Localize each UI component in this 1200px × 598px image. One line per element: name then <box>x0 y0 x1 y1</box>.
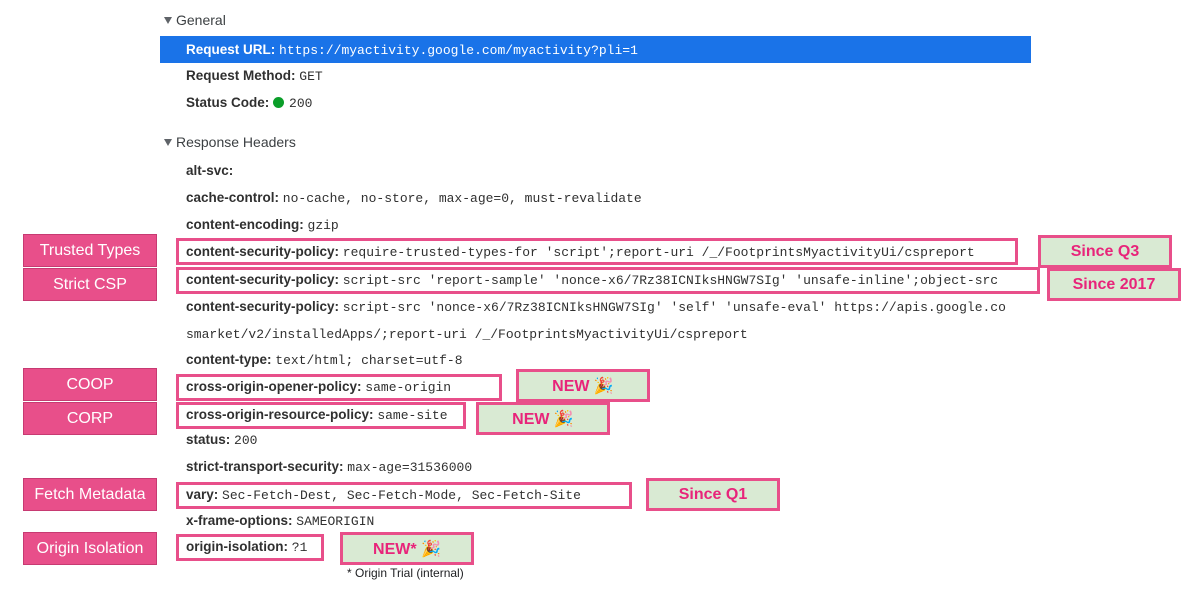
header-key: content-encoding: <box>186 217 304 232</box>
header-value: text/html; charset=utf-8 <box>275 353 463 368</box>
fetch-metadata-highlight <box>176 482 632 509</box>
general-section-header[interactable]: General <box>164 10 226 30</box>
expand-triangle-icon[interactable] <box>164 16 172 24</box>
header-key: cache-control: <box>186 190 280 205</box>
status-code-row: Status Code: 200 <box>186 94 312 112</box>
request-method-value: GET <box>299 69 323 84</box>
header-key: status: <box>186 432 231 447</box>
coop-highlight <box>176 374 502 401</box>
corp-highlight <box>176 402 466 429</box>
header-value: no-cache, no-store, max-age=0, must-reva… <box>282 191 642 206</box>
response-headers-section-header[interactable]: Response Headers <box>164 132 296 152</box>
header-row: cache-control: no-cache, no-store, max-a… <box>186 189 642 207</box>
status-code-value: 200 <box>289 96 313 111</box>
response-headers-label: Response Headers <box>176 134 296 150</box>
trusted-types-tag: Trusted Types <box>23 234 157 267</box>
header-row: x-frame-options: SAMEORIGIN <box>186 512 374 530</box>
request-url-row[interactable]: Request URL: https://myactivity.google.c… <box>186 41 638 59</box>
origin-isolation-tag: Origin Isolation <box>23 532 157 565</box>
header-value: script-src 'nonce-x6/7Rz38ICNIksHNGW7SIg… <box>342 300 1006 315</box>
general-header-label: General <box>176 12 226 28</box>
header-row: content-security-policy: script-src 'non… <box>186 298 1031 316</box>
header-value: SAMEORIGIN <box>296 514 375 529</box>
since-2017-note: Since 2017 <box>1047 268 1181 301</box>
since-q3-note: Since Q3 <box>1038 235 1172 268</box>
fetch-metadata-tag: Fetch Metadata <box>23 478 157 511</box>
header-key: x-frame-options: <box>186 513 293 528</box>
header-row: alt-svc: <box>186 162 233 180</box>
corp-tag: CORP <box>23 402 157 435</box>
origin-trial-footnote: * Origin Trial (internal) <box>347 566 464 580</box>
header-value: max-age=31536000 <box>347 460 473 475</box>
new-corp-note: NEW 🎉 <box>476 402 610 435</box>
header-row: content-type: text/html; charset=utf-8 <box>186 351 463 369</box>
header-row: strict-transport-security: max-age=31536… <box>186 458 472 476</box>
since-q1-note: Since Q1 <box>646 478 780 511</box>
header-row: content-encoding: gzip <box>186 216 339 234</box>
request-method-label: Request Method: <box>186 68 296 83</box>
header-key: content-type: <box>186 352 272 367</box>
header-key: strict-transport-security: <box>186 459 344 474</box>
header-key: content-security-policy: <box>186 299 340 314</box>
coop-tag: COOP <box>23 368 157 401</box>
new-coop-note: NEW 🎉 <box>516 369 650 402</box>
strict-csp-tag: Strict CSP <box>23 268 157 301</box>
header-value: smarket/v2/installedApps/;report-uri /_/… <box>186 327 748 342</box>
trusted-types-highlight <box>176 238 1018 265</box>
strict-csp-highlight <box>176 267 1040 294</box>
status-ok-icon <box>273 97 285 108</box>
header-row-continuation: smarket/v2/installedApps/;report-uri /_/… <box>186 325 748 343</box>
request-url-label: Request URL: <box>186 42 276 57</box>
status-code-label: Status Code: <box>186 95 270 110</box>
origin-isolation-highlight <box>176 534 324 561</box>
new-origin-isolation-note: NEW* 🎉 <box>340 532 474 565</box>
request-method-row: Request Method: GET <box>186 67 323 85</box>
header-value: gzip <box>307 218 339 233</box>
header-key: alt-svc: <box>186 163 234 178</box>
expand-triangle-icon[interactable] <box>164 138 172 146</box>
header-row: status: 200 <box>186 431 257 449</box>
request-url-value: https://myactivity.google.com/myactivity… <box>279 43 638 58</box>
header-value: 200 <box>234 433 258 448</box>
